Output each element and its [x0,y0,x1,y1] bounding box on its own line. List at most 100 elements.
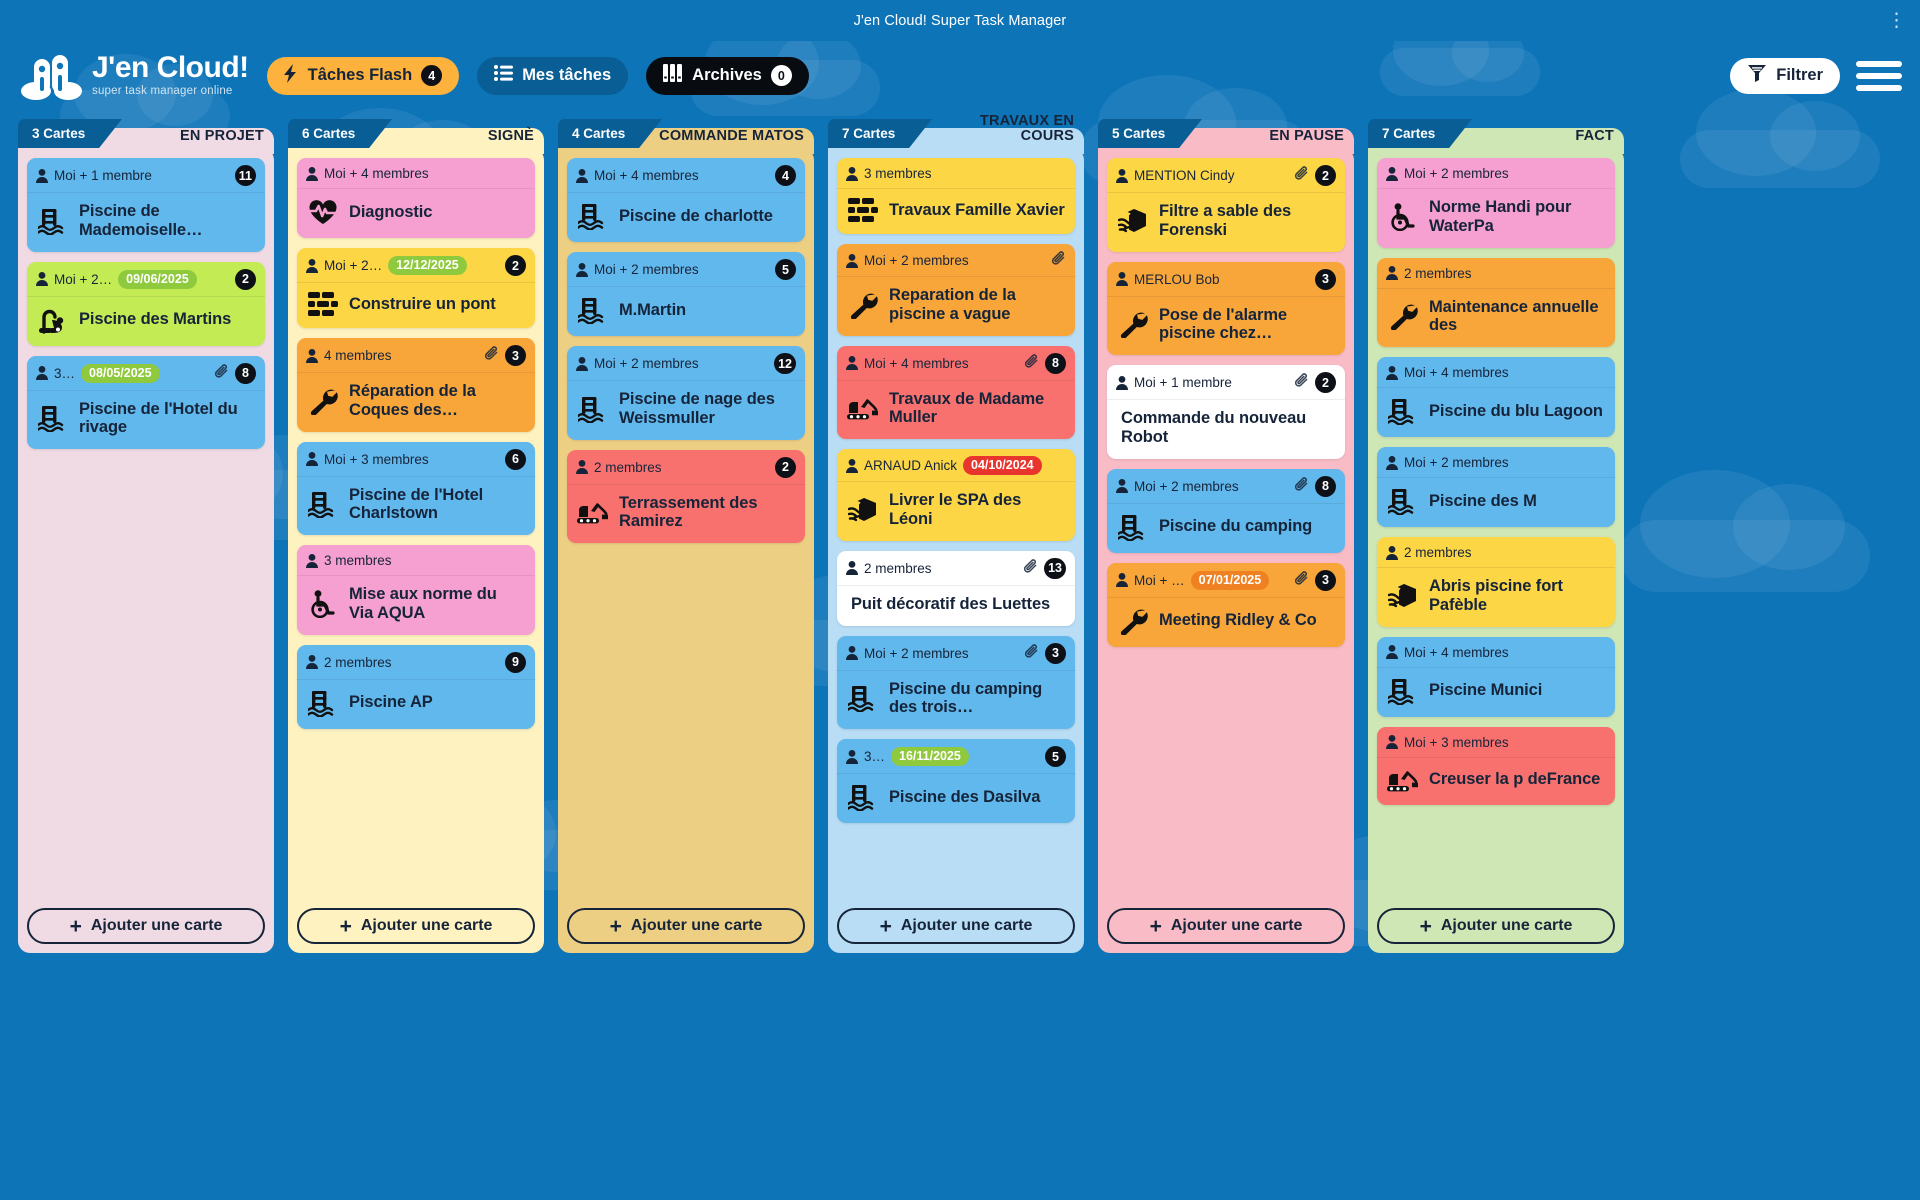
add-card-button[interactable]: + Ajouter une carte [1107,908,1345,944]
task-card[interactable]: Moi + 4 membres 4 Piscine de charlotte [567,158,805,242]
card-content: Construire un pont [297,283,535,328]
task-card[interactable]: Moi + 2 membres 5 M.Martin [567,252,805,336]
task-card[interactable]: 4 membres 3 Réparation de la Coques des… [297,338,535,432]
pool-ladder-icon [577,202,609,230]
add-card-button[interactable]: + Ajouter une carte [567,908,805,944]
task-card[interactable]: Moi + 1 membre 2 Commande du nouveau Robot [1107,365,1345,459]
task-card[interactable]: Moi + 2 membres 8 Piscine du camping [1107,468,1345,553]
task-card[interactable]: Moi + 2 membres 3 Piscine du camping des t… [837,635,1075,730]
task-card[interactable]: Moi + … 07/01/2025 3 Meeting Ridley & Co [1107,562,1345,647]
vacuum-icon [37,306,69,334]
card-title: Abris piscine fort Pafèble [1429,577,1563,614]
task-card[interactable]: Moi + 3 membres Creuser la p deFrance [1377,726,1615,805]
pool-ladder-icon [307,689,339,717]
card-content: Abris piscine fort Pafèble [1377,568,1615,627]
funnel-icon [1747,64,1767,87]
card-title: Piscine de nage des Weissmuller [619,390,775,427]
column-title[interactable]: TRAVAUX EN COURS [924,113,1074,144]
task-card[interactable]: Moi + 2 membres Reparation de la piscine … [837,244,1075,336]
task-card[interactable]: Moi + 2… 12/12/2025 2 Construire un pont [297,248,535,328]
task-card[interactable]: 2 membres 13 Puit décoratif des Luettes [837,550,1075,626]
task-card[interactable]: ARNAUD Anick 04/10/2024 Livrer le SPA des … [837,449,1075,541]
card-title: Piscine des Martins [79,310,232,329]
mes-taches-button[interactable]: Mes tâches [477,56,629,95]
person-icon [576,460,588,475]
person-icon [846,646,858,661]
add-card-button[interactable]: + Ajouter une carte [27,908,265,944]
task-card[interactable]: Moi + 4 membres Piscine Munici [1377,636,1615,717]
kebab-menu-icon[interactable]: ⋮ [1887,11,1906,30]
task-card[interactable]: Moi + 3 membres 6 Piscine de l'Hotel Charl… [297,441,535,536]
add-card-button[interactable]: + Ajouter une carte [297,908,535,944]
taches-flash-count: 4 [421,65,443,86]
task-card[interactable]: Moi + 2 membres 12 Piscine de nage des Wei… [567,346,805,440]
column-title[interactable]: EN PROJET [180,128,264,144]
card-meta: ARNAUD Anick 04/10/2024 [837,449,1075,483]
add-card-button[interactable]: + Ajouter une carte [837,908,1075,944]
plus-icon: + [879,914,892,938]
card-meta: Moi + 1 membre 11 [27,158,265,193]
pool-ladder-icon [37,207,69,235]
plus-icon: + [609,914,622,938]
card-title: Travaux Famille Xavier [889,200,1065,219]
pool-ladder-icon [577,296,609,324]
column-title[interactable]: SIGNÈ [488,128,534,144]
excavator-icon [1387,767,1419,793]
card-title: Diagnostic [349,202,433,221]
column-title[interactable]: COMMANDE MATOS [659,128,804,144]
task-card[interactable]: Moi + 2 membres Piscine des M [1377,447,1615,528]
taches-flash-button[interactable]: Tâches Flash 4 [266,56,460,95]
card-content: Piscine des M [1377,478,1615,527]
task-card[interactable]: MERLOU Bob 3 Pose de l'alarme piscine chez… [1107,261,1345,356]
card-title: Maintenance annuelle des [1429,297,1599,335]
column-header: 7 Cartes TRAVAUX EN COURS [828,110,1084,154]
card-members-label: ARNAUD Anick [864,458,958,474]
task-card[interactable]: 3 membres Mise aux norme du Via AQUA [297,545,535,635]
filter-button[interactable]: Filtrer [1730,57,1840,94]
card-badge-count: 2 [775,456,796,478]
person-icon [1116,168,1128,183]
task-card[interactable]: 3… 16/11/2025 5 Piscine des Dasilva [837,739,1075,824]
card-members-label: Moi + 2 membres [1404,166,1509,181]
add-card-button[interactable]: + Ajouter une carte [1377,908,1615,944]
attachment-paperclip-icon [1294,477,1309,496]
card-content: Pose de l'alarme piscine chez… [1107,297,1345,356]
card-title: Reparation de la piscine a vague [889,286,1016,323]
person-icon [36,366,48,381]
wheelchair-icon [1387,202,1419,231]
wheelchair-icon [307,590,339,618]
card-title: Piscine de charlotte [619,206,773,225]
hamburger-icon[interactable] [1856,60,1902,91]
task-card[interactable]: 2 membres 9 Piscine AP [297,644,535,729]
column-title[interactable]: FACT [1575,128,1614,144]
task-card[interactable]: Moi + 2 membres Norme Handi pour WaterPa [1377,158,1615,248]
card-content: M.Martin [567,287,805,336]
task-card[interactable]: Moi + 4 membres Piscine du blu Lagoon [1377,357,1615,438]
card-due-date-chip: 08/05/2025 [81,363,160,383]
task-card[interactable]: MENTION Cindy 2 Filtre a sable des Forensk… [1107,158,1345,252]
person-icon [1116,272,1128,287]
task-card[interactable]: Moi + 1 membre 11 Piscine de Mademoiselle… [27,158,265,252]
task-card[interactable]: 2 membres Maintenance annuelle des [1377,257,1615,348]
task-card[interactable]: 3 membres Travaux Famille Xavier [837,158,1075,234]
card-meta: Moi + 4 membres 4 [567,158,805,193]
column-header: 4 Cartes COMMANDE MATOS [558,110,814,154]
task-card[interactable]: Moi + 4 membres 8 Travaux de Madame Muller [837,345,1075,440]
card-meta: MENTION Cindy 2 [1107,158,1345,193]
board-column: 3 Cartes EN PROJET Moi + 1 membre 11 Piscine… [18,110,274,953]
card-title: Piscine Munici [1429,681,1543,700]
add-card-label: Ajouter une carte [1170,917,1303,934]
card-content: Commande du nouveau Robot [1107,400,1345,459]
task-card[interactable]: Moi + 2… 09/06/2025 2 Piscine des Martins [27,261,265,346]
task-card[interactable]: 2 membres Abris piscine fort Pafèble [1377,537,1615,627]
task-card[interactable]: 2 membres 2 Terrassement des Ramirez [567,449,805,544]
pool-ladder-icon [1117,513,1149,541]
column-title[interactable]: EN PAUSE [1269,128,1344,144]
task-card[interactable]: 3… 08/05/2025 8 Piscine de l'Hotel du rivag… [27,355,265,450]
card-content: Piscine de l'Hotel du rivage [27,391,265,450]
task-card[interactable]: Moi + 4 membres Diagnostic [297,158,535,238]
archives-button[interactable]: Archives 0 [646,56,809,95]
card-title: Pose de l'alarme piscine chez… [1159,305,1287,343]
card-title: M.Martin [619,300,687,319]
card-members-label: 3 membres [324,553,392,569]
